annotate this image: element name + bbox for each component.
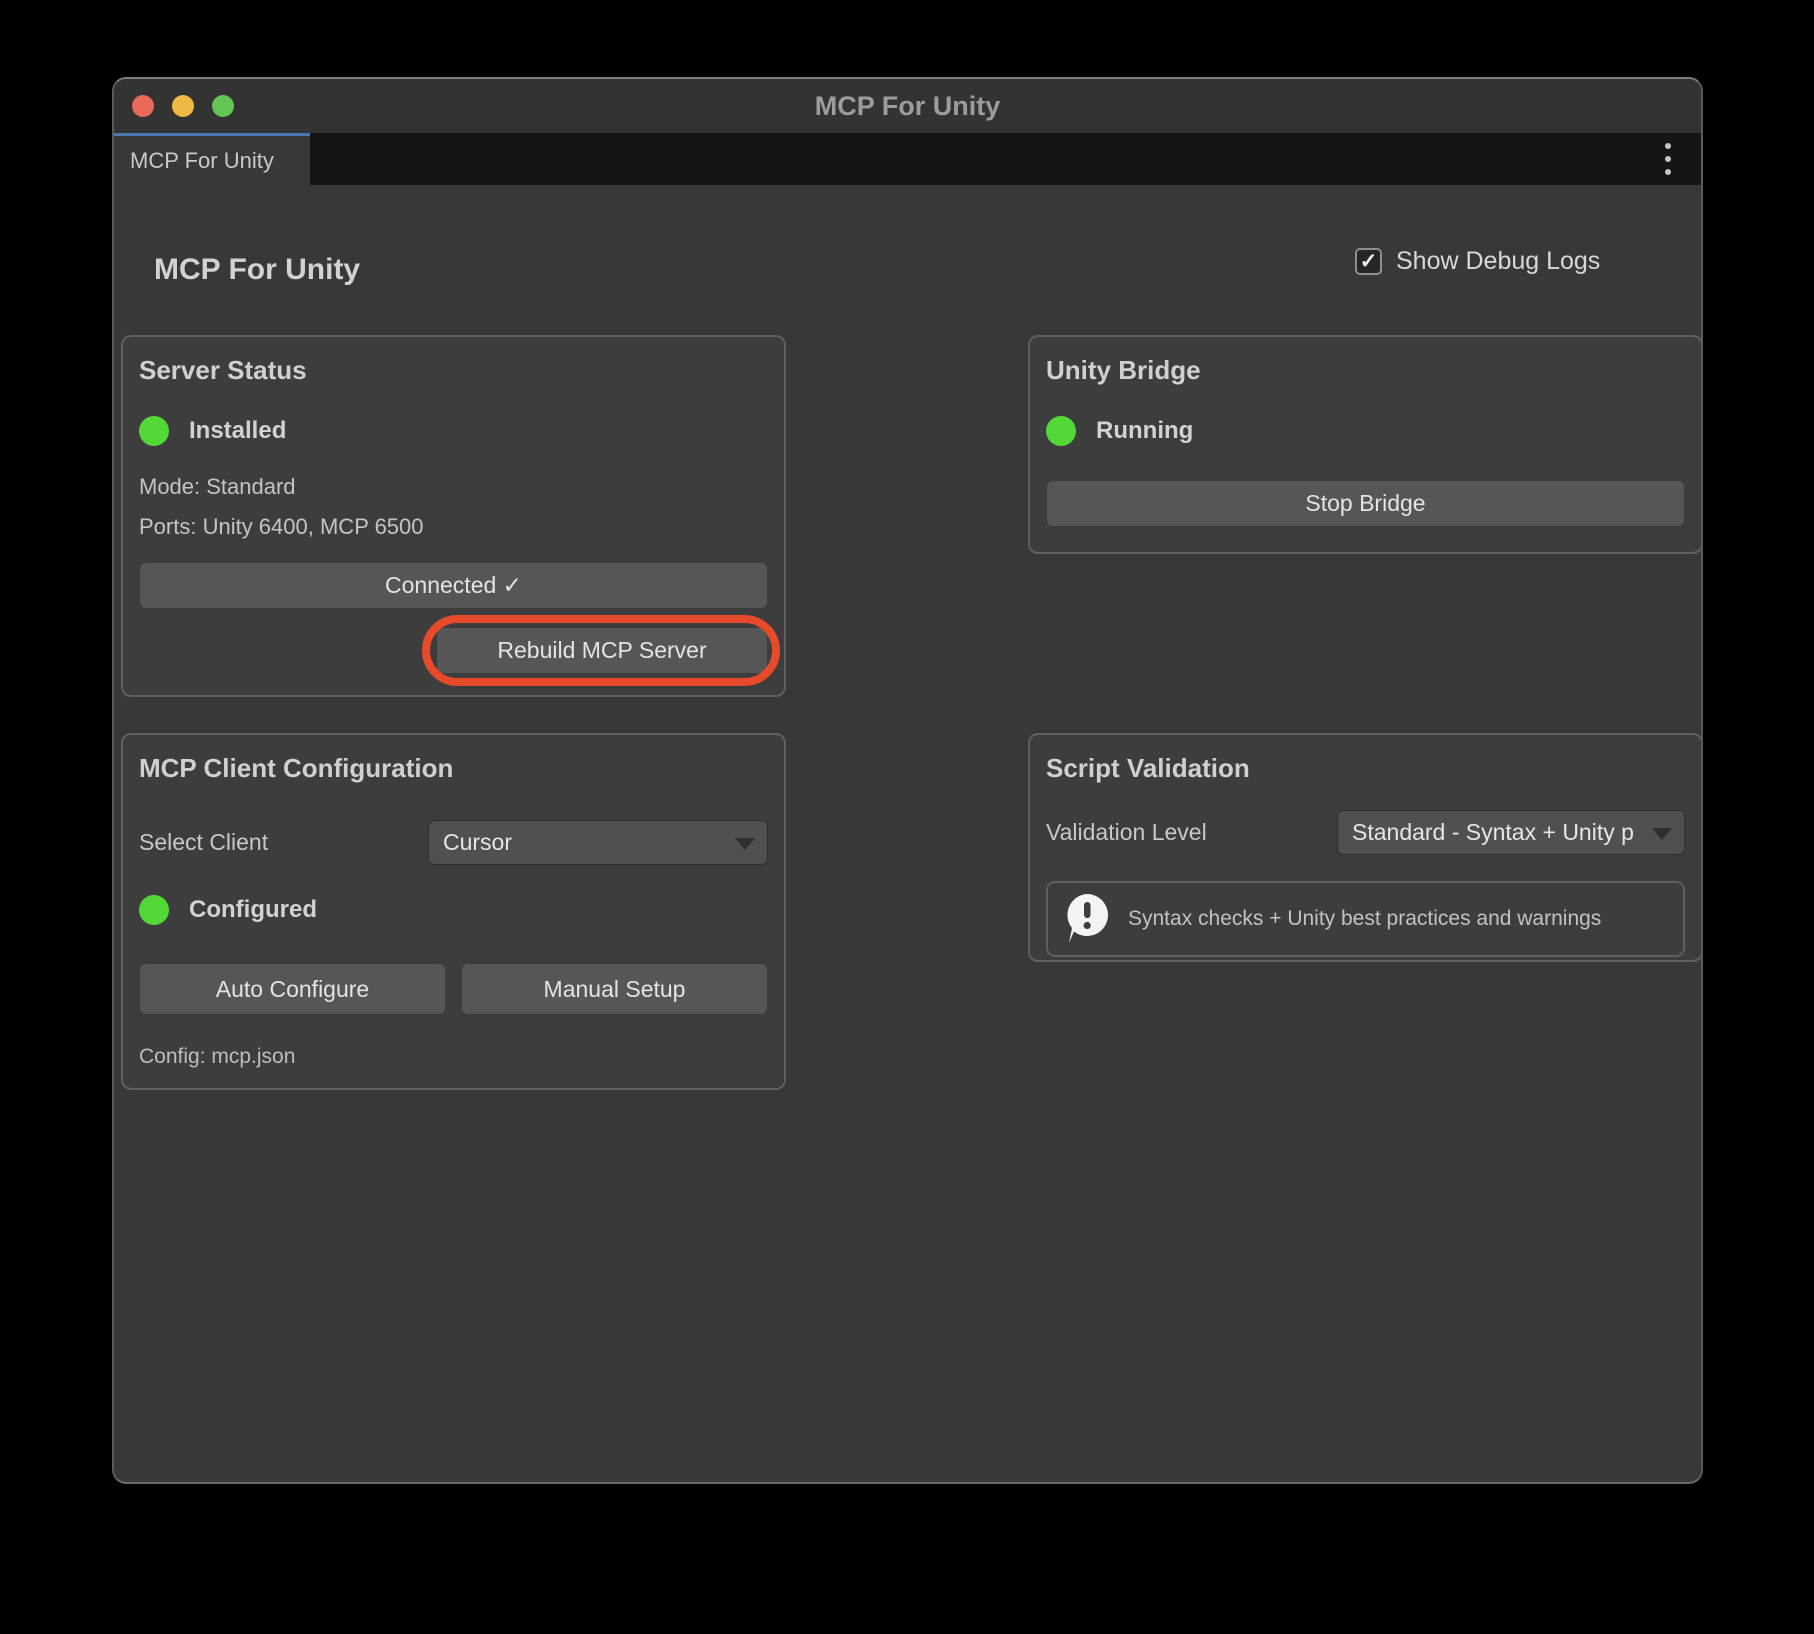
- validation-level-value: Standard - Syntax + Unity p: [1352, 819, 1634, 846]
- auto-configure-button[interactable]: Auto Configure: [139, 963, 446, 1015]
- kebab-menu-icon[interactable]: [1653, 139, 1683, 179]
- validation-level-dropdown[interactable]: Standard - Syntax + Unity p: [1337, 810, 1685, 855]
- chevron-down-icon: [1652, 828, 1672, 840]
- validation-level-row: Validation Level Standard - Syntax + Uni…: [1046, 810, 1685, 855]
- status-dot-green-icon: [1046, 416, 1076, 446]
- client-config-title: MCP Client Configuration: [139, 753, 768, 784]
- server-status-row: Installed: [139, 416, 768, 446]
- tab-mcp-for-unity[interactable]: MCP For Unity: [114, 133, 310, 185]
- show-debug-logs-checkbox[interactable]: ✓: [1355, 248, 1382, 275]
- script-validation-title: Script Validation: [1046, 753, 1685, 784]
- mcp-window: MCP For Unity MCP For Unity MCP For Unit…: [112, 77, 1703, 1484]
- screen: { "window": { "title": "MCP For Unity" }…: [0, 0, 1814, 1634]
- show-debug-logs-row: ✓ Show Debug Logs: [1355, 244, 1600, 278]
- chevron-down-icon: [735, 838, 755, 850]
- client-status-value: Configured: [189, 896, 317, 924]
- tab-bar: MCP For Unity: [114, 133, 1701, 185]
- show-debug-logs-label: Show Debug Logs: [1396, 247, 1600, 276]
- page-title: MCP For Unity: [154, 253, 360, 287]
- unity-bridge-panel: Unity Bridge Running Stop Bridge: [1028, 335, 1703, 554]
- server-status-title: Server Status: [139, 355, 768, 386]
- window-title: MCP For Unity: [114, 79, 1701, 133]
- stop-bridge-button[interactable]: Stop Bridge: [1046, 480, 1685, 527]
- validation-level-label: Validation Level: [1046, 819, 1207, 846]
- select-client-row: Select Client Cursor: [139, 820, 768, 865]
- tab-label: MCP For Unity: [130, 148, 274, 174]
- mcp-client-config-panel: MCP Client Configuration Select Client C…: [121, 733, 786, 1090]
- select-client-label: Select Client: [139, 829, 268, 856]
- status-dot-green-icon: [139, 416, 169, 446]
- client-status-row: Configured: [139, 895, 768, 925]
- traffic-lights: [132, 79, 234, 133]
- bridge-status-value: Running: [1096, 417, 1193, 445]
- titlebar[interactable]: MCP For Unity: [114, 79, 1701, 133]
- status-dot-green-icon: [139, 895, 169, 925]
- server-status-panel: Server Status Installed Mode: Standard P…: [121, 335, 786, 697]
- client-dropdown[interactable]: Cursor: [428, 820, 768, 865]
- manual-setup-button[interactable]: Manual Setup: [461, 963, 768, 1015]
- validation-help-text: Syntax checks + Unity best practices and…: [1128, 907, 1601, 931]
- client-dropdown-value: Cursor: [443, 829, 512, 856]
- rebuild-row: Rebuild MCP Server: [139, 627, 768, 674]
- close-button[interactable]: [132, 95, 154, 117]
- rebuild-mcp-server-button[interactable]: Rebuild MCP Server: [436, 627, 768, 674]
- config-path-text: Config: mcp.json: [139, 1045, 768, 1069]
- validation-help-box: Syntax checks + Unity best practices and…: [1046, 881, 1685, 957]
- unity-bridge-title: Unity Bridge: [1046, 355, 1685, 386]
- connected-button[interactable]: Connected ✓: [139, 562, 768, 609]
- script-validation-panel: Script Validation Validation Level Stand…: [1028, 733, 1703, 962]
- maximize-button[interactable]: [212, 95, 234, 117]
- minimize-button[interactable]: [172, 95, 194, 117]
- server-status-value: Installed: [189, 417, 286, 445]
- bridge-status-row: Running: [1046, 416, 1685, 446]
- server-mode-text: Mode: Standard: [139, 474, 768, 500]
- server-ports-text: Ports: Unity 6400, MCP 6500: [139, 514, 768, 540]
- config-buttons-row: Auto Configure Manual Setup: [139, 963, 768, 1015]
- info-exclamation-icon: [1062, 892, 1112, 946]
